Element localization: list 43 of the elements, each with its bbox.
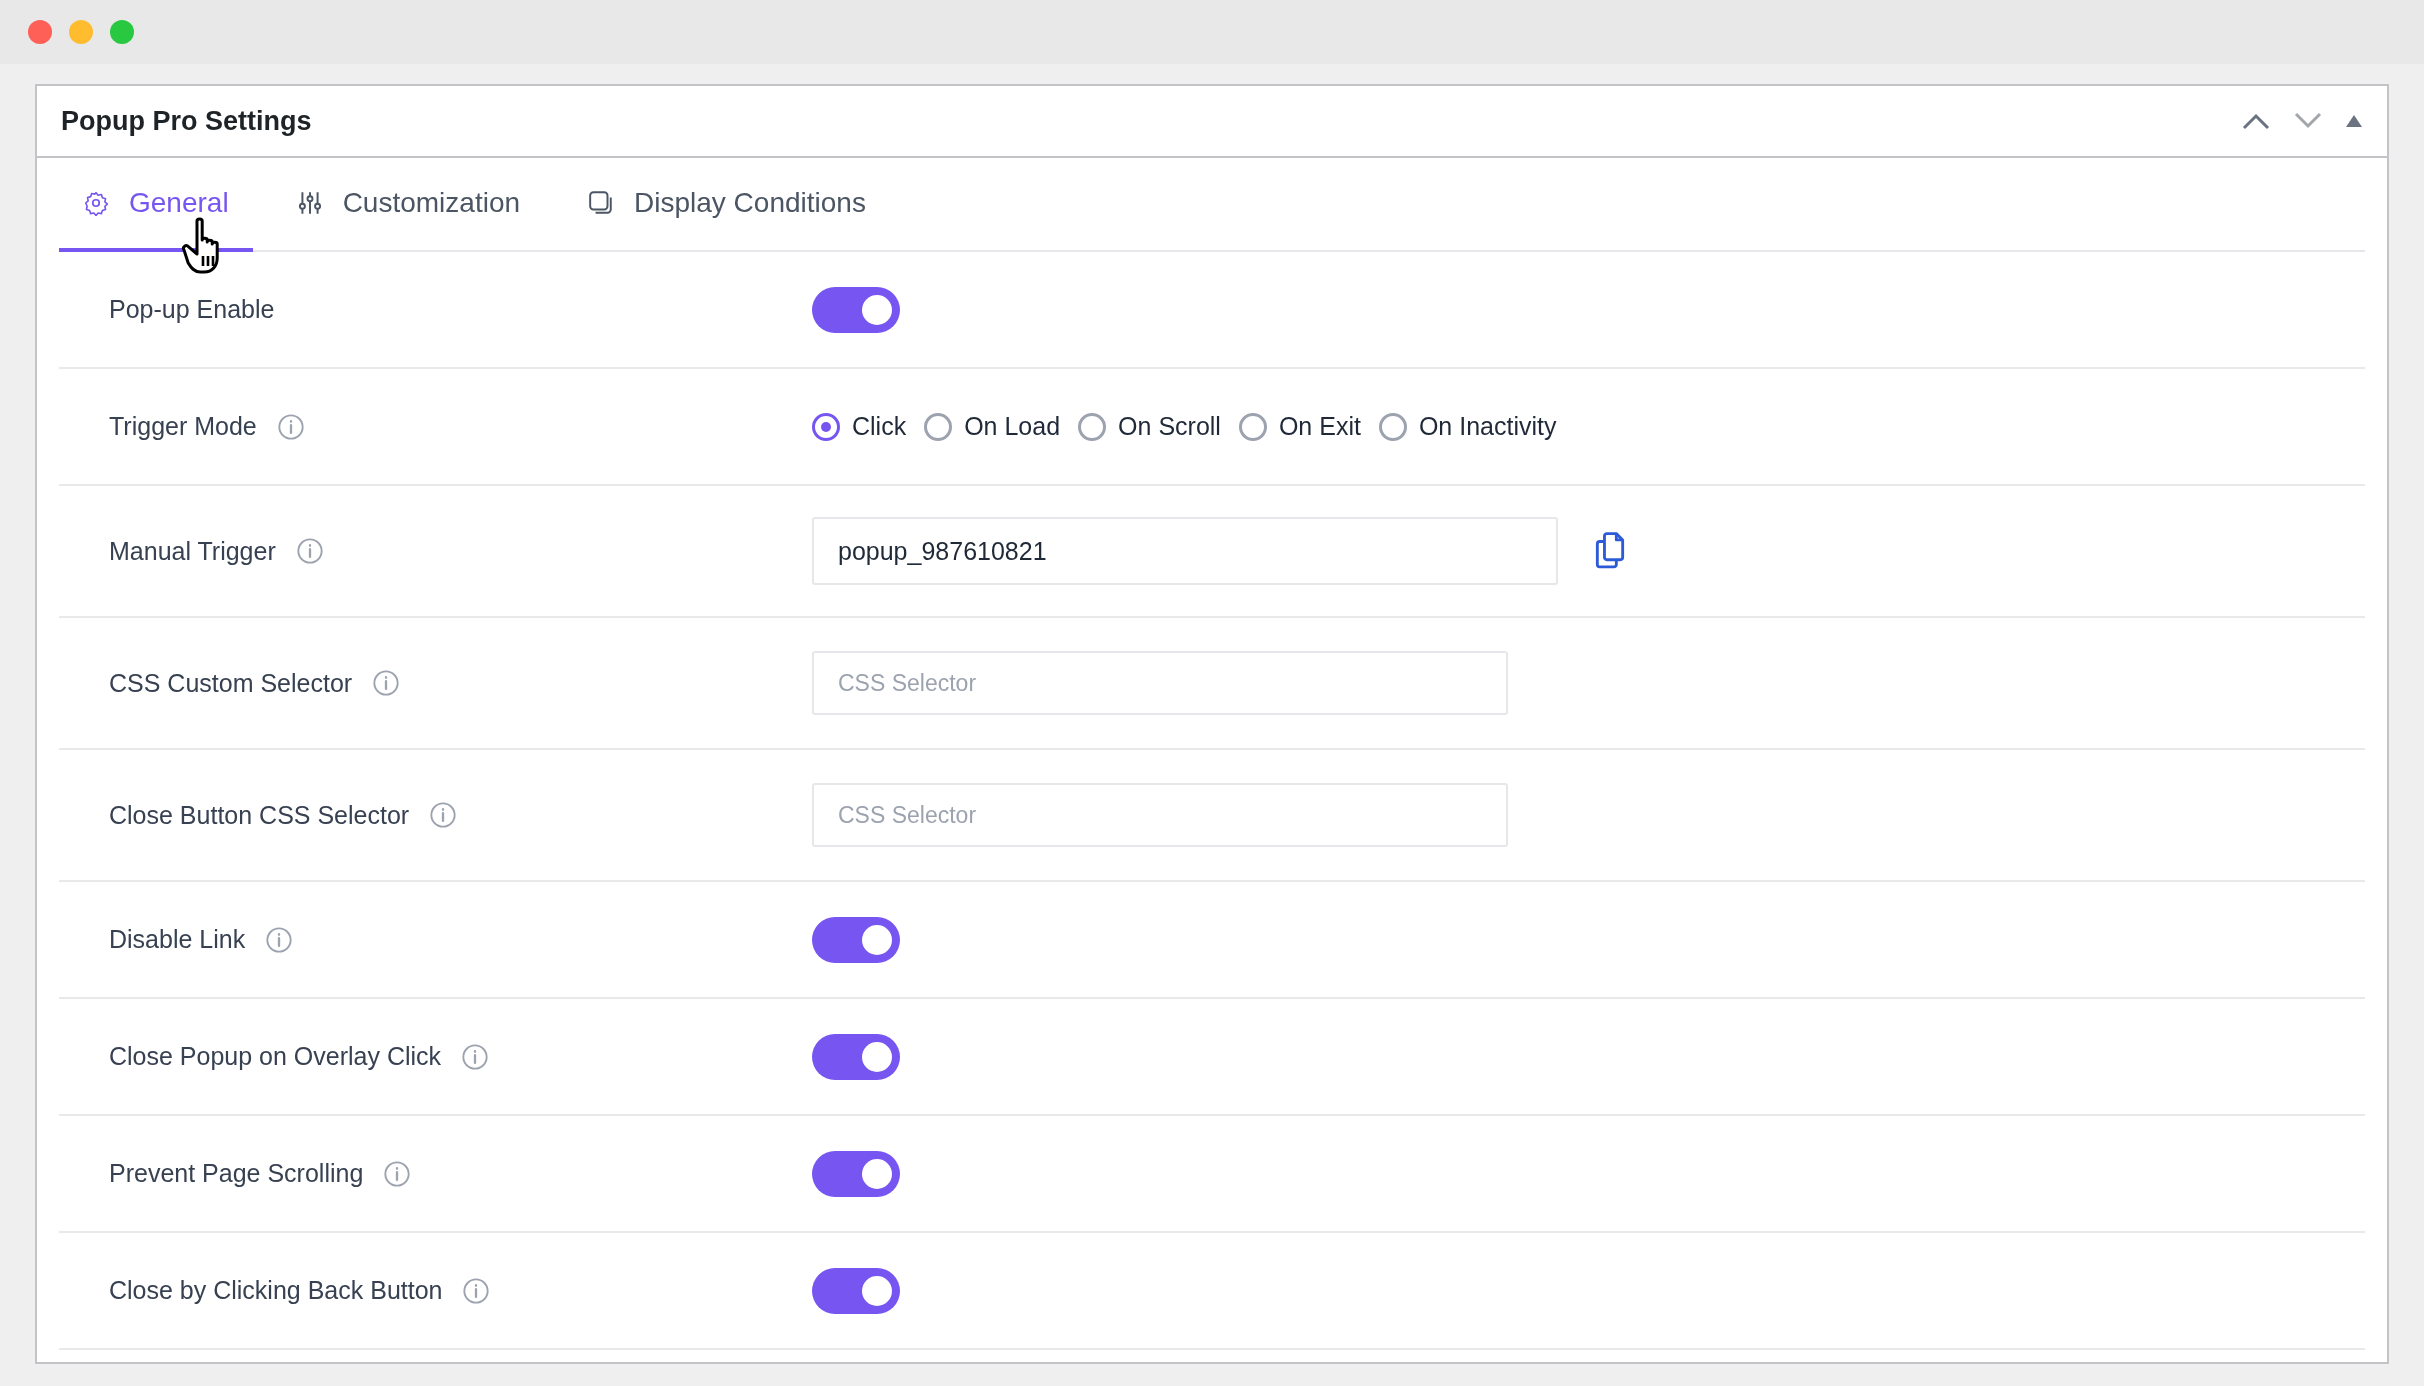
setting-label: Close Button CSS Selector (109, 800, 410, 830)
settings-icon (83, 190, 109, 216)
info-icon[interactable] (383, 1159, 412, 1188)
css-selector-input[interactable]: CSS Selector (812, 651, 1508, 715)
setting-label: Trigger Mode (109, 412, 257, 441)
radio-option[interactable]: On Exit (1238, 412, 1361, 441)
toggle-switch[interactable] (812, 286, 900, 333)
radio-option[interactable]: On Load (924, 412, 1061, 441)
info-icon[interactable] (462, 1276, 491, 1305)
toggle-switch[interactable] (812, 1033, 900, 1080)
radio-option[interactable]: Click (812, 412, 907, 441)
radio-option[interactable]: On Scroll (1078, 412, 1221, 441)
panel-title: Popup Pro Settings (61, 105, 312, 137)
radio-option[interactable]: On Inactivity (1378, 412, 1557, 441)
info-icon[interactable] (461, 1042, 490, 1071)
setting-label: CSS Custom Selector (109, 668, 353, 698)
trigger-input-field[interactable]: popup_987610821 (812, 517, 1558, 585)
setting-label: Close Popup on Overlay Click (109, 1042, 442, 1071)
collapse-triangle-icon[interactable] (2345, 114, 2363, 128)
info-icon[interactable] (295, 537, 324, 565)
setting-label: Prevent Page Scrolling (109, 1159, 364, 1188)
minimize-window-button[interactable] (69, 20, 93, 44)
chevron-down-icon[interactable] (2293, 112, 2323, 130)
maximize-window-button[interactable] (110, 20, 134, 44)
stacked-squares-icon (588, 190, 615, 216)
setting-label: Disable Link (109, 925, 246, 954)
sliders-icon (296, 190, 323, 216)
toggle-switch[interactable] (812, 1267, 900, 1314)
tab[interactable]: Customization (272, 158, 545, 252)
toggle-switch[interactable] (812, 1150, 900, 1197)
toggle-switch[interactable] (812, 916, 900, 963)
chevron-up-icon[interactable] (2241, 112, 2271, 130)
close-window-button[interactable] (28, 20, 52, 44)
setting-label: Manual Trigger (109, 536, 276, 566)
copy-icon[interactable] (1594, 532, 1626, 570)
info-icon[interactable] (276, 412, 305, 441)
css-selector-input[interactable]: CSS Selector (812, 783, 1508, 847)
tab[interactable]: Display Conditions (564, 158, 890, 252)
info-icon[interactable] (372, 669, 401, 697)
setting-label: Pop-up Enable (109, 295, 275, 324)
info-icon[interactable] (429, 801, 458, 829)
info-icon[interactable] (265, 925, 294, 954)
setting-label: Close by Clicking Back Button (109, 1276, 443, 1305)
